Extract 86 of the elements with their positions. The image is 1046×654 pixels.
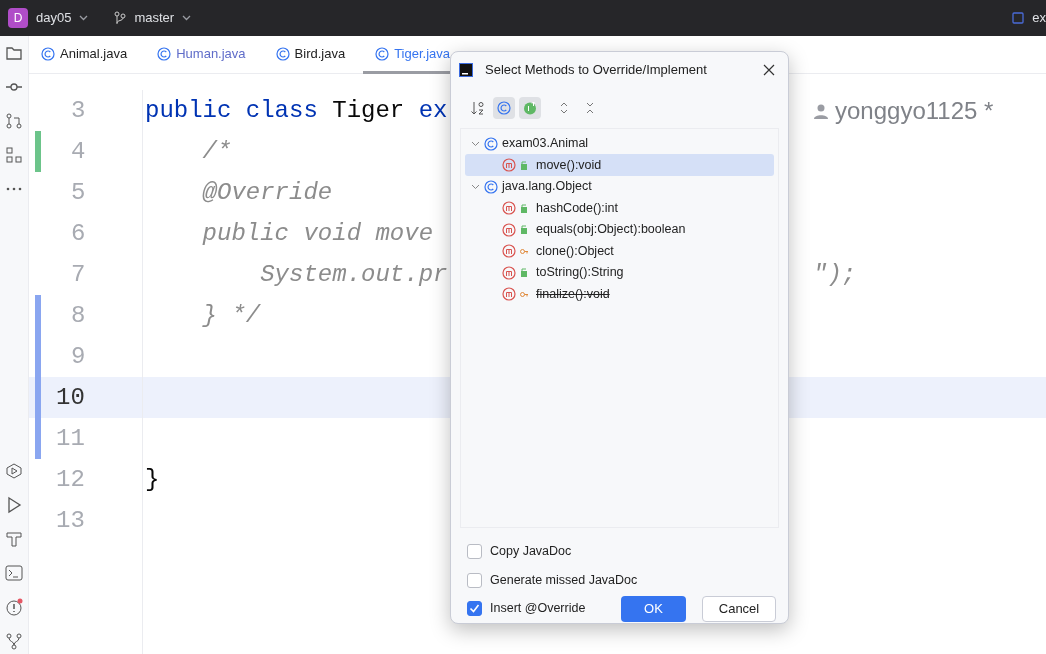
hammer-icon[interactable] (5, 530, 23, 548)
inherited-icon (523, 100, 537, 115)
code-line: } */ (201, 300, 261, 331)
class-icon (497, 100, 511, 115)
sort-icon (471, 100, 485, 115)
line-number: 13 (56, 505, 85, 536)
method-icon (502, 222, 516, 237)
project-name[interactable]: day05 (36, 8, 72, 28)
problems-icon[interactable] (5, 598, 23, 616)
method-icon (502, 265, 516, 280)
tree-node[interactable]: exam03.Animal (465, 132, 774, 155)
structure-icon[interactable] (5, 146, 23, 164)
inherited-toggle[interactable] (519, 96, 541, 119)
author-label: yonggyo1125 * (835, 95, 994, 126)
method-label: move():void (536, 156, 602, 174)
code-line: "); (813, 259, 857, 290)
code-line: public void move (201, 218, 434, 249)
method-item[interactable]: clone():Object (465, 240, 774, 262)
chevron-down-icon (182, 15, 192, 21)
code-line: /* (201, 136, 232, 167)
line-number: 6 (71, 218, 86, 249)
branch-icon (114, 11, 127, 25)
method-label: finalize():void (536, 285, 610, 303)
method-icon (502, 158, 516, 173)
method-icon (502, 287, 516, 302)
method-item[interactable]: hashCode():int (465, 197, 774, 219)
branch-name[interactable]: master (134, 8, 175, 28)
line-number: 11 (56, 423, 85, 454)
project-title: ex (1032, 9, 1046, 28)
code-line: @Override (201, 177, 333, 208)
file-tab[interactable]: Human.java (145, 36, 264, 74)
method-item[interactable]: toString():String (465, 261, 774, 284)
line-number: 10 (56, 382, 85, 413)
services-icon[interactable] (5, 462, 23, 480)
line-number: 3 (71, 95, 86, 126)
class-icon (41, 46, 55, 61)
dialog-title: Select Methods to Override/Implement (485, 61, 707, 80)
class-icon (484, 136, 498, 151)
cancel-button[interactable]: Cancel (702, 595, 776, 622)
tree-node[interactable]: java.lang.Object (465, 175, 774, 198)
check-icon (469, 603, 480, 615)
checkbox-label: Copy JavaDoc (490, 543, 572, 561)
method-label: clone():Object (536, 242, 614, 260)
line-number: 7 (71, 259, 86, 290)
checkbox[interactable] (467, 544, 482, 560)
terminal-icon[interactable] (5, 564, 23, 582)
line-number: 9 (71, 341, 86, 372)
checkbox[interactable] (467, 601, 482, 617)
line-number: 4 (71, 136, 86, 167)
code-line: System.out.pr (259, 259, 448, 290)
class-icon (375, 46, 390, 61)
method-item[interactable]: finalize():void (465, 283, 774, 305)
class-icon (157, 46, 172, 61)
line-number: 5 (71, 177, 86, 208)
close-icon (763, 64, 775, 76)
file-tab[interactable]: Bird.java (263, 36, 364, 74)
user-icon (813, 102, 829, 119)
file-tab[interactable]: Animal.java (29, 36, 146, 74)
run-icon[interactable] (5, 496, 23, 514)
method-item[interactable]: move():void (465, 154, 774, 176)
window-icon (1012, 12, 1025, 24)
chevron-down-icon (79, 15, 89, 21)
ok-button[interactable]: OK (621, 595, 686, 622)
app-logo-icon (459, 63, 473, 77)
checkbox-label: Insert @Override (490, 600, 586, 618)
class-icon (484, 179, 498, 194)
line-number: 8 (71, 300, 86, 331)
git-icon[interactable] (5, 632, 23, 650)
method-icon (502, 244, 516, 259)
method-label: equals(obj:Object):boolean (536, 221, 686, 239)
method-label: toString():String (536, 264, 624, 282)
folder-icon[interactable] (5, 44, 23, 62)
class-toggle[interactable] (493, 96, 515, 119)
code-line: } (145, 464, 160, 495)
chevron-down-icon (471, 182, 480, 192)
line-number: 12 (56, 464, 85, 495)
checkbox-label: Generate missed JavaDoc (490, 571, 638, 589)
pull-request-icon[interactable] (5, 112, 23, 130)
class-icon (275, 46, 290, 61)
chevron-down-icon (471, 139, 480, 149)
code-line: public class Tiger ex (145, 95, 448, 126)
method-label: hashCode():int (536, 199, 618, 217)
checkbox[interactable] (467, 572, 482, 588)
method-item[interactable]: equals(obj:Object):boolean (465, 218, 774, 241)
method-icon (502, 201, 516, 216)
project-badge: D (8, 8, 28, 28)
